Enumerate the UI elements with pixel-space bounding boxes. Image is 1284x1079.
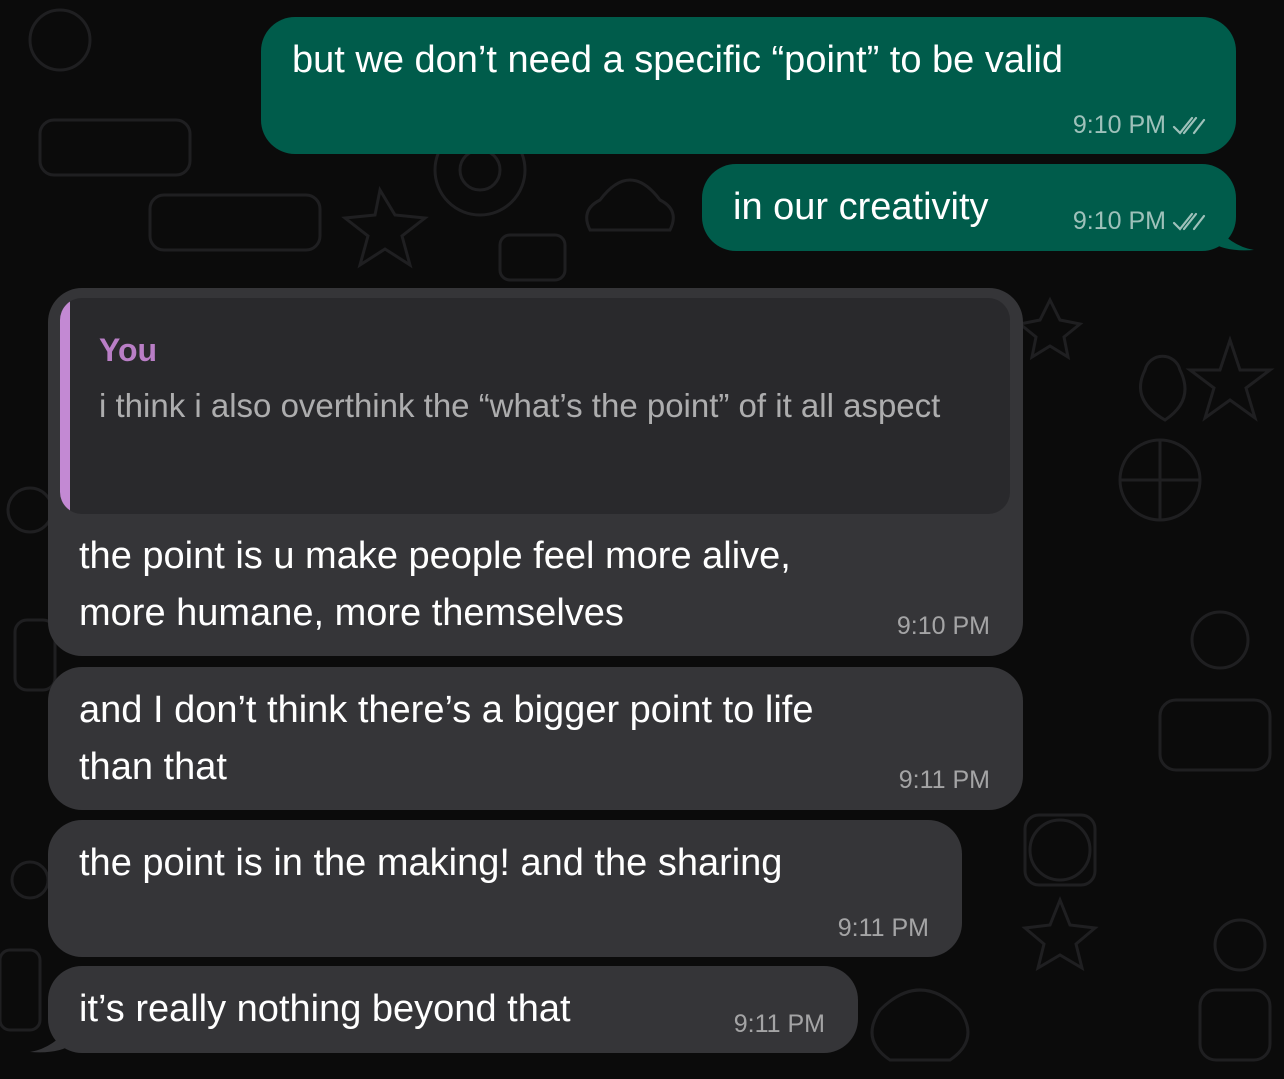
message-text-line: the point is in the making! and the shar… (79, 842, 783, 884)
message-time: 9:11 PM (837, 914, 929, 942)
quote-text: i think i also overthink the “what’s the… (99, 387, 941, 424)
message-time: 9:10 PM (1072, 111, 1166, 139)
message-text: but we don’t need a specific “point” to … (292, 39, 1064, 81)
incoming-message[interactable]: the point is in the making! and the shar… (48, 820, 962, 957)
double-check-icon (1172, 116, 1206, 135)
message-text-line: and I don’t think there’s a bigger point… (79, 689, 814, 731)
double-check-icon (1172, 212, 1206, 231)
outgoing-message[interactable]: but we don’t need a specific “point” to … (261, 17, 1236, 154)
message-text-line: than that (79, 746, 227, 788)
message-meta: 9:10 PM (1073, 207, 1206, 236)
message-text-line: it’s really nothing beyond that (79, 988, 571, 1030)
incoming-message[interactable]: You i think i also overthink the “what’s… (48, 288, 1023, 656)
message-meta: 9:10 PM (1073, 111, 1206, 140)
message-time: 9:10 PM (896, 612, 990, 640)
outgoing-message[interactable]: in our creativity 9:10 PM (702, 164, 1236, 251)
message-text: in our creativity (733, 186, 989, 228)
message-text-line: the point is u make people feel more ali… (79, 535, 791, 577)
message-time: 9:11 PM (733, 1010, 825, 1038)
message-time: 9:10 PM (1072, 207, 1166, 235)
message-time: 9:11 PM (898, 766, 990, 794)
bubble-tail (1212, 222, 1254, 251)
quoted-message[interactable]: You i think i also overthink the “what’s… (60, 298, 1010, 514)
quote-author: You (99, 332, 158, 368)
bubble-tail (30, 1024, 72, 1053)
quote-accent-bar (60, 298, 70, 514)
incoming-message[interactable]: and I don’t think there’s a bigger point… (48, 667, 1023, 810)
incoming-message[interactable]: it’s really nothing beyond that 9:11 PM (48, 966, 858, 1053)
message-text-line: more humane, more themselves (79, 592, 624, 634)
